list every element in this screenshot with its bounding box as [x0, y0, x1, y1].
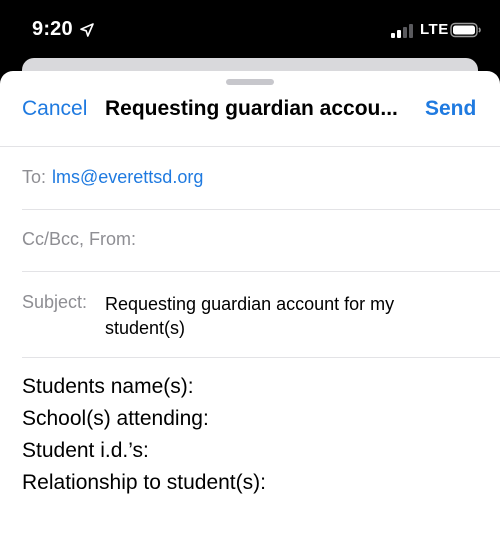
message-body[interactable]: Students name(s): School(s) attending: S… [22, 371, 482, 499]
cancel-button[interactable]: Cancel [22, 97, 87, 121]
send-button[interactable]: Send [425, 97, 476, 121]
cc-divider [22, 271, 500, 272]
signal-bars-icon [391, 24, 413, 38]
status-bar: 9:20 LTE [0, 0, 500, 62]
subject-label: Subject: [22, 292, 88, 312]
subject-divider [22, 357, 500, 358]
to-field[interactable]: To: lms@everettsd.org [22, 167, 203, 188]
cc-bcc-from-field[interactable]: Cc/Bcc, From: [22, 229, 136, 250]
body-line: School(s) attending: [22, 407, 209, 430]
cc-bcc-from-label: Cc/Bcc, From: [22, 229, 137, 249]
to-label: To: [22, 167, 47, 187]
location-arrow-icon [80, 23, 94, 37]
to-divider [22, 209, 500, 210]
network-type: LTE [420, 21, 449, 38]
compose-title: Requesting guardian accou... [105, 97, 398, 120]
sheet-grabber[interactable] [226, 79, 274, 85]
body-line: Relationship to student(s): [22, 471, 266, 494]
nav-divider [0, 146, 500, 147]
to-recipient[interactable]: lms@everettsd.org [52, 167, 203, 187]
status-time: 9:20 [32, 18, 73, 40]
body-line: Students name(s): [22, 375, 194, 398]
subject-input[interactable]: Requesting guardian account for my stude… [105, 292, 465, 340]
battery-icon [450, 22, 481, 38]
compose-sheet: Cancel Requesting guardian accou... Send… [0, 71, 500, 541]
body-line: Student i.d.’s: [22, 439, 149, 462]
